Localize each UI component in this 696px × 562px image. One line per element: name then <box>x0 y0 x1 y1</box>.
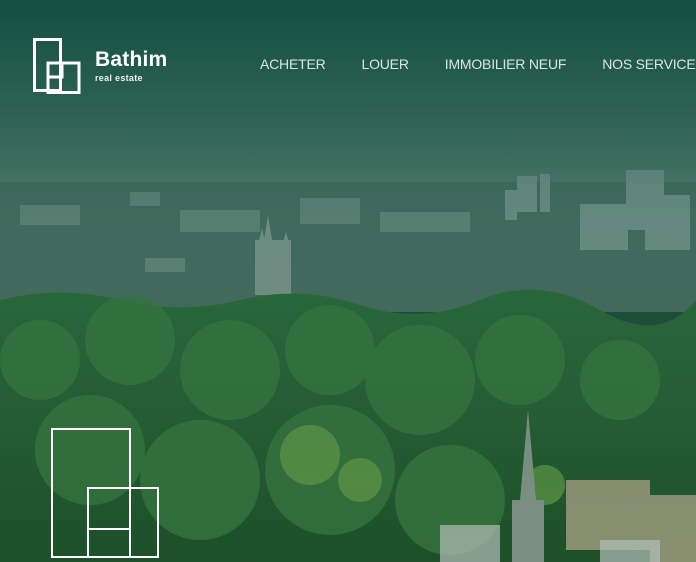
hero-section: Bathim real estate ACHETER LOUER IMMOBIL… <box>0 0 696 562</box>
bathim-logo-mark-large-icon <box>51 428 159 558</box>
brand-text: Bathim real estate <box>95 49 167 83</box>
nav-item-immobilier-neuf[interactable]: IMMOBILIER NEUF <box>445 56 567 72</box>
brand-name: Bathim <box>95 48 168 71</box>
main-nav: ACHETER LOUER IMMOBILIER NEUF NOS SERVIC… <box>260 56 696 72</box>
brand-tagline: real estate <box>95 73 143 83</box>
site-header: Bathim real estate ACHETER LOUER IMMOBIL… <box>0 0 696 130</box>
nav-item-acheter[interactable]: ACHETER <box>260 56 326 72</box>
nav-item-nos-services[interactable]: NOS SERVICES <box>602 56 696 72</box>
bathim-logo-icon <box>33 38 81 94</box>
nav-item-louer[interactable]: LOUER <box>362 56 409 72</box>
brand-logo-link[interactable]: Bathim real estate <box>33 38 167 94</box>
